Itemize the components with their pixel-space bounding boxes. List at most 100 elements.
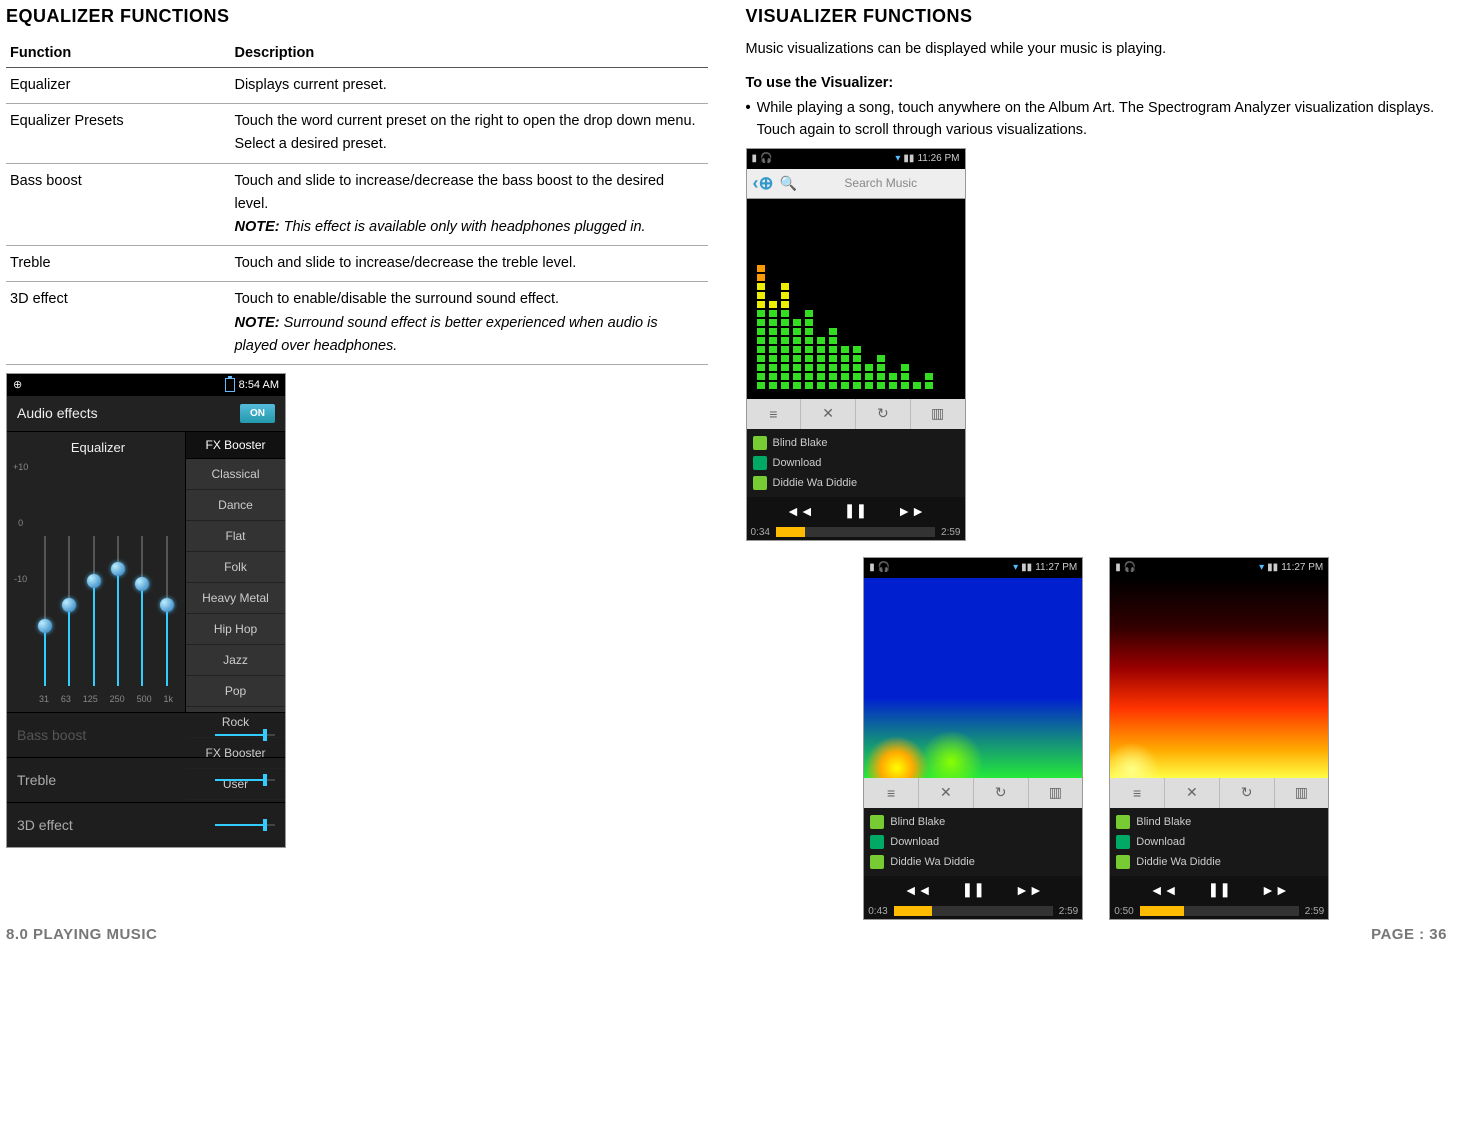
eq-setting-slider[interactable] <box>215 730 275 740</box>
table-row: Equalizer Displays current preset. <box>6 68 708 104</box>
track-row[interactable]: Diddie Wa Diddie <box>753 473 959 493</box>
eq-slider[interactable] <box>117 536 119 686</box>
fn-name: Equalizer <box>6 68 230 104</box>
time-bar[interactable]: 0:502:59 <box>1110 904 1328 919</box>
bullet-text: While playing a song, touch anywhere on … <box>757 97 1447 142</box>
next-button[interactable]: ►► <box>1015 882 1043 898</box>
eq-slider[interactable] <box>141 536 143 686</box>
equalizer-label: Equalizer <box>17 440 179 455</box>
wifi-icon: ▾ <box>1259 562 1264 573</box>
eq-slider[interactable] <box>68 536 70 686</box>
pause-button[interactable]: ❚❚ <box>962 881 985 898</box>
list-button[interactable]: ≡ <box>864 778 919 808</box>
bars-icon: ▮ <box>869 562 875 573</box>
preset-option[interactable]: Hip Hop <box>186 614 285 645</box>
fn-desc-text: Touch to enable/disable the surround sou… <box>234 291 559 307</box>
next-button[interactable]: ►► <box>1261 882 1289 898</box>
preset-option[interactable]: Folk <box>186 552 285 583</box>
prev-button[interactable]: ◄◄ <box>904 882 932 898</box>
album-art-visualizer[interactable] <box>864 578 1082 778</box>
track-cover-icon <box>753 476 767 490</box>
track-row[interactable]: Blind Blake <box>1116 812 1322 832</box>
prev-button[interactable]: ◄◄ <box>786 503 814 519</box>
audio-effects-switch[interactable]: ON <box>240 404 275 423</box>
equalizer-screenshot: ⊕ 8:54 AM Audio effects ON Equalizer +10 <box>6 373 286 848</box>
shuffle-button[interactable]: ✕ <box>919 778 974 808</box>
track-name: Download <box>1136 836 1185 848</box>
track-row[interactable]: Download <box>1116 832 1322 852</box>
eq-slider[interactable] <box>166 536 168 686</box>
eq-setting-slider[interactable] <box>215 820 275 830</box>
track-name: Diddie Wa Diddie <box>1136 856 1221 868</box>
table-row: Bass boost Touch and slide to increase/d… <box>6 163 708 246</box>
visualizer-screenshot-red: ▮🎧▾▮▮11:27 PM≡✕↻▥Blind BlakeDownloadDidd… <box>1109 557 1329 920</box>
freq-label: 500 <box>137 694 152 704</box>
track-cover-icon <box>753 456 767 470</box>
status-time: 11:27 PM <box>1035 562 1077 573</box>
fn-name: Equalizer Presets <box>6 104 230 163</box>
track-row[interactable]: Blind Blake <box>753 433 959 453</box>
preset-option[interactable]: Flat <box>186 521 285 552</box>
search-placeholder[interactable]: Search Music <box>803 176 958 190</box>
graph-button[interactable]: ▥ <box>1029 778 1083 808</box>
repeat-button[interactable]: ↻ <box>1220 778 1275 808</box>
preset-option[interactable]: FX Booster <box>186 738 285 769</box>
equalizer-functions-heading: EQUALIZER FUNCTIONS <box>6 6 708 27</box>
album-art-visualizer[interactable] <box>1110 578 1328 778</box>
prev-button[interactable]: ◄◄ <box>1150 882 1178 898</box>
track-row[interactable]: Diddie Wa Diddie <box>870 852 1076 872</box>
repeat-button[interactable]: ↻ <box>856 399 911 429</box>
visualizer-bullet: • While playing a song, touch anywhere o… <box>746 97 1448 142</box>
preset-option[interactable]: Dance <box>186 490 285 521</box>
track-row[interactable]: Download <box>870 832 1076 852</box>
fn-desc: Displays current preset. <box>230 68 707 104</box>
list-button[interactable]: ≡ <box>747 399 802 429</box>
signal-icon: ▮▮ <box>903 153 914 164</box>
fn-desc: Touch to enable/disable the surround sou… <box>230 282 707 365</box>
freq-label: 125 <box>83 694 98 704</box>
eq-slider[interactable] <box>93 536 95 686</box>
album-art-visualizer[interactable] <box>747 199 965 399</box>
footer-section: 8.0 PLAYING MUSIC <box>6 926 157 943</box>
preset-option[interactable]: Jazz <box>186 645 285 676</box>
next-button[interactable]: ►► <box>897 503 925 519</box>
shuffle-button[interactable]: ✕ <box>801 399 856 429</box>
note-text: This effect is available only with headp… <box>280 219 646 235</box>
track-cover-icon <box>870 835 884 849</box>
shuffle-button[interactable]: ✕ <box>1165 778 1220 808</box>
track-list: Blind Blake Download Diddie Wa Diddie <box>747 429 965 497</box>
graph-button[interactable]: ▥ <box>911 399 965 429</box>
eq-setting-row[interactable]: 3D effect <box>7 802 285 847</box>
table-row: Equalizer Presets Touch the word current… <box>6 104 708 163</box>
back-icon[interactable]: ‹⊕ <box>753 173 774 194</box>
status-time: 11:27 PM <box>1281 562 1323 573</box>
eq-setting-name: Treble <box>17 772 56 788</box>
track-cover-icon <box>1116 855 1130 869</box>
visualizer-functions-heading: VISUALIZER FUNCTIONS <box>746 6 1448 27</box>
pause-button[interactable]: ❚❚ <box>1208 881 1231 898</box>
search-icon[interactable]: 🔍 <box>780 175 797 192</box>
time-bar[interactable]: 0:342:59 <box>747 525 965 540</box>
search-header: ‹⊕ 🔍 Search Music <box>747 169 965 199</box>
preset-option[interactable]: Classical <box>186 459 285 490</box>
preset-option[interactable]: Heavy Metal <box>186 583 285 614</box>
track-row[interactable]: Diddie Wa Diddie <box>1116 852 1322 872</box>
preset-option[interactable]: Pop <box>186 676 285 707</box>
track-row[interactable]: Download <box>753 453 959 473</box>
pause-button[interactable]: ❚❚ <box>844 502 867 519</box>
wifi-icon: ▾ <box>1013 562 1018 573</box>
track-row[interactable]: Blind Blake <box>870 812 1076 832</box>
track-name: Blind Blake <box>890 816 945 828</box>
eq-slider[interactable] <box>44 536 46 686</box>
repeat-button[interactable]: ↻ <box>974 778 1029 808</box>
time-current: 0:50 <box>1114 906 1133 917</box>
scale-label: 0 <box>13 518 28 528</box>
preset-dropdown[interactable]: FX Booster ClassicalDanceFlatFolkHeavy M… <box>185 432 285 712</box>
eq-setting-slider[interactable] <box>215 775 275 785</box>
list-button[interactable]: ≡ <box>1110 778 1165 808</box>
signal-icon: ▮▮ <box>1267 562 1278 573</box>
time-bar[interactable]: 0:432:59 <box>864 904 1082 919</box>
status-bar: ▮🎧▾▮▮11:26 PM <box>747 149 965 169</box>
graph-button[interactable]: ▥ <box>1275 778 1329 808</box>
track-name: Download <box>773 457 822 469</box>
